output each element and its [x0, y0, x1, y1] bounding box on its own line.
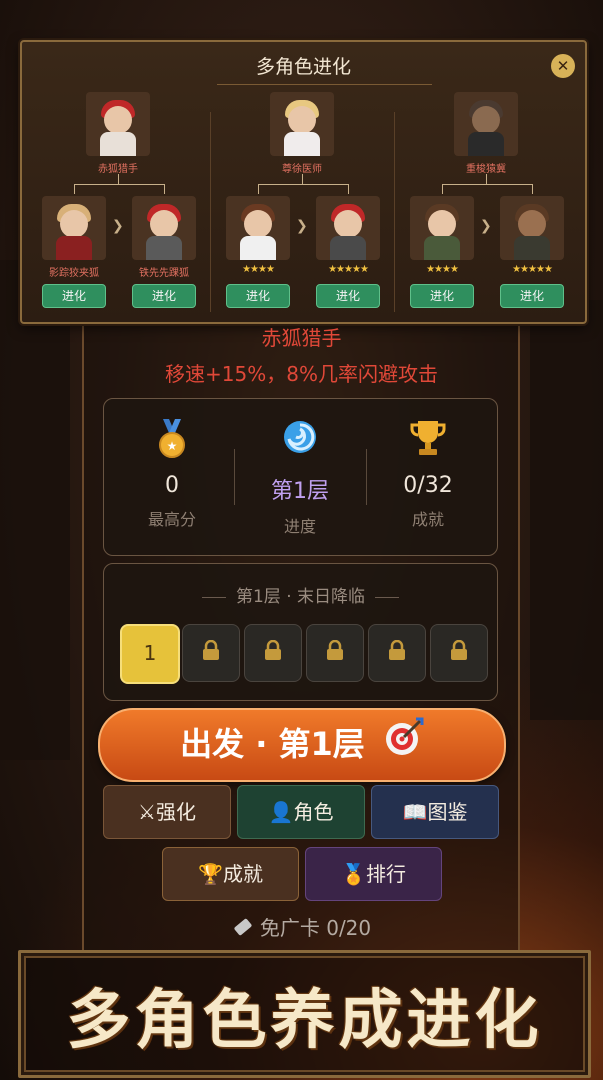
- portrait-evolve-from[interactable]: [410, 196, 474, 260]
- level-locked[interactable]: [430, 624, 488, 682]
- evolve-button[interactable]: 进化: [132, 284, 196, 308]
- stat-value: 第1层: [271, 479, 329, 504]
- character-column-bear: 重梭猿冀 ❯ ★★★★ ★★★★★ 进化 进化: [394, 92, 576, 312]
- evolve-arrow-icon: ❯: [112, 218, 124, 234]
- upgrade-button[interactable]: ⚔强化: [103, 785, 231, 839]
- skill-description: 移速+15%，8%几率闪避攻击: [165, 362, 438, 386]
- character-column-fox: 赤狐猎手 ❯ 影踪狡夹狐 铁先先踝狐 进化 进化: [26, 92, 208, 312]
- stat-achievements: 0/32 成就: [368, 419, 488, 530]
- evolve-button[interactable]: 进化: [500, 284, 564, 308]
- codex-button[interactable]: 📖图鉴: [371, 785, 499, 839]
- skill-name: 赤狐猎手: [261, 326, 342, 350]
- book-icon: 📖: [402, 800, 428, 824]
- lock-icon: [450, 639, 468, 665]
- character-column-doctor: 尊徐医师 ❯ ★★★★ ★★★★★ 进化 进化: [210, 92, 392, 312]
- lock-icon: [264, 639, 282, 665]
- evolve-to-stars: ★★★★★: [328, 264, 369, 275]
- evolve-arrow-icon: ❯: [296, 218, 308, 234]
- base-character-name: 尊徐医师: [282, 164, 322, 175]
- base-character-name: 赤狐猎手: [98, 164, 138, 175]
- level-locked[interactable]: [244, 624, 302, 682]
- vortex-icon: [240, 419, 360, 459]
- portrait-evolve-from[interactable]: [226, 196, 290, 260]
- ranking-label: 排行: [365, 862, 406, 886]
- level-locked[interactable]: [368, 624, 426, 682]
- character-button[interactable]: 👤角色: [237, 785, 365, 839]
- portrait-heavy[interactable]: [454, 92, 518, 156]
- portrait-evolve-to[interactable]: [316, 196, 380, 260]
- medal-icon: ★: [112, 419, 232, 459]
- lock-icon: [388, 639, 406, 665]
- swords-icon: ⚔: [138, 800, 156, 824]
- portrait-evolve-to[interactable]: [132, 196, 196, 260]
- evolve-to-stars: ★★★★★: [512, 264, 553, 275]
- trophy-icon: 🏆: [198, 862, 223, 886]
- depart-label: 出发 · 第1层: [180, 725, 365, 763]
- depart-button[interactable]: 出发 · 第1层: [98, 708, 506, 782]
- medal-icon: 🏅: [341, 862, 366, 886]
- lock-icon: [326, 639, 344, 665]
- banner-text: 多角色养成进化: [66, 984, 543, 1058]
- stat-label: 最高分: [147, 510, 196, 529]
- evolve-button[interactable]: 进化: [316, 284, 380, 308]
- stat-value: 0: [165, 473, 179, 498]
- title-divider: [217, 84, 432, 85]
- upgrade-label: 强化: [155, 800, 196, 824]
- portrait-evolve-from[interactable]: [42, 196, 106, 260]
- stat-value: 0/32: [403, 473, 453, 498]
- person-icon: 👤: [268, 800, 294, 824]
- level-panel: 第1层 · 末日降临 1: [103, 563, 498, 701]
- lock-icon: [202, 639, 220, 665]
- stats-panel: ★ 0 最高分 第1层 进度 0/32 成就: [103, 398, 498, 556]
- ranking-button[interactable]: 🏅排行: [305, 847, 442, 901]
- evolve-from-stars: ★★★★: [426, 264, 459, 275]
- modal-title: 多角色进化: [255, 56, 351, 78]
- ticket-icon: [232, 916, 254, 943]
- target-icon: [384, 712, 424, 780]
- level-locked[interactable]: [306, 624, 364, 682]
- svg-text:★: ★: [167, 439, 178, 453]
- achievement-label: 成就: [222, 862, 263, 886]
- evolve-button[interactable]: 进化: [226, 284, 290, 308]
- portrait-fox-hunter[interactable]: [86, 92, 150, 156]
- evolve-to-name: 铁先先踝狐: [139, 268, 189, 279]
- ad-free-card: 免广卡 0/20: [0, 912, 603, 943]
- stat-progress: 第1层 进度: [240, 419, 360, 537]
- base-character-name: 重梭猿冀: [466, 164, 506, 175]
- stat-label: 成就: [411, 510, 444, 529]
- portrait-doctor[interactable]: [270, 92, 334, 156]
- character-label: 角色: [293, 800, 334, 824]
- evolution-modal: 多角色进化 ✕ 赤狐猎手 ❯ 影踪狡夹狐 铁先先踝狐 进化 进化 尊徐医师 ❯ …: [20, 40, 587, 324]
- close-button[interactable]: ✕: [551, 54, 575, 78]
- level-1-button[interactable]: 1: [120, 624, 180, 684]
- codex-label: 图鉴: [427, 800, 468, 824]
- evolve-button[interactable]: 进化: [410, 284, 474, 308]
- achievement-button[interactable]: 🏆成就: [162, 847, 299, 901]
- evolve-arrow-icon: ❯: [480, 218, 492, 234]
- promo-banner: 多角色养成进化: [18, 950, 591, 1078]
- trophy-icon: [368, 419, 488, 459]
- level-title: 第1层 · 末日降临: [104, 582, 497, 607]
- portrait-evolve-to[interactable]: [500, 196, 564, 260]
- evolve-button[interactable]: 进化: [42, 284, 106, 308]
- stat-best-score: ★ 0 最高分: [112, 419, 232, 530]
- ad-free-count: 免广卡 0/20: [259, 916, 372, 940]
- evolve-from-name: 影踪狡夹狐: [49, 268, 99, 279]
- evolve-from-stars: ★★★★: [242, 264, 275, 275]
- level-locked[interactable]: [182, 624, 240, 682]
- stat-label: 进度: [283, 517, 316, 536]
